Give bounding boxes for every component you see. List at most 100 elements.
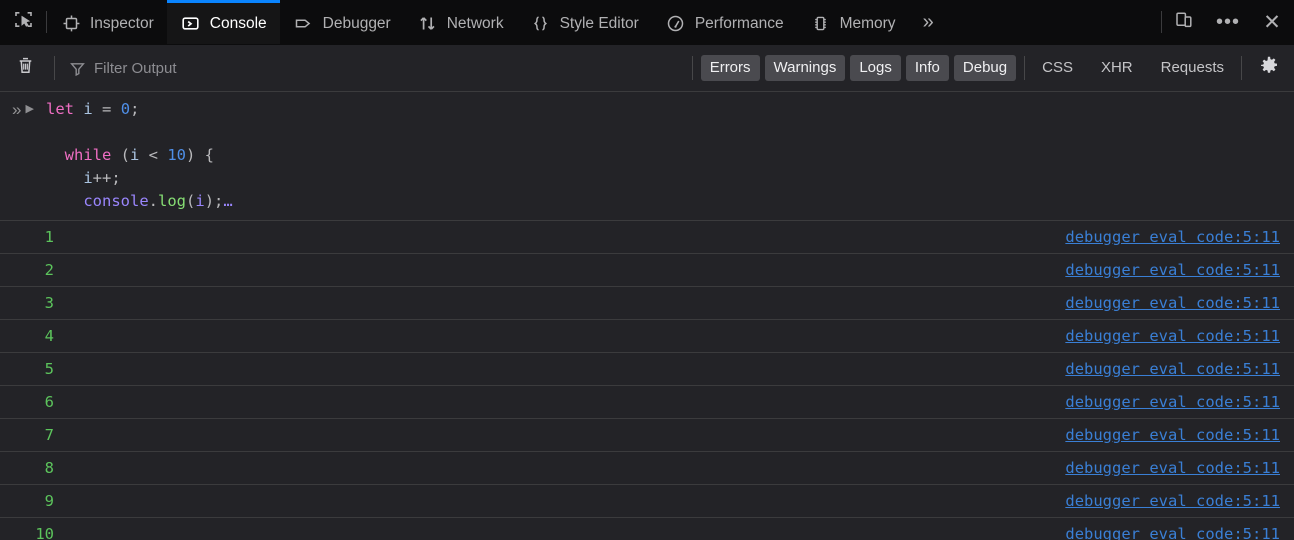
code-token: ( (120, 146, 130, 164)
tabs-overflow-button[interactable]: » (909, 0, 948, 44)
console-toolbar: Errors Warnings Logs Info Debug CSS XHR … (0, 45, 1294, 92)
tab-network-label: Network (446, 14, 504, 32)
code-token: ( (186, 192, 196, 210)
gear-icon (1258, 55, 1280, 82)
filter-input[interactable] (94, 59, 678, 77)
filter-info-button[interactable]: Info (905, 55, 949, 81)
close-devtools-button[interactable]: ✕ (1250, 0, 1294, 44)
filter-xhr-button[interactable]: XHR (1092, 55, 1142, 81)
tab-style-editor-label: Style Editor (559, 14, 639, 32)
console-message-row[interactable]: 8 debugger eval code:5:11 (0, 452, 1294, 485)
code-token: i (195, 192, 205, 210)
code-token: 0 (120, 100, 131, 118)
meatball-menu-icon: ••• (1215, 11, 1240, 33)
console-input-entry[interactable]: » ▶ let i = 0; while (i < 10) { i++; con… (0, 92, 1294, 221)
tab-network[interactable]: Network (404, 0, 517, 44)
console-message-value: 10 (35, 525, 54, 540)
severity-filter-group: Errors Warnings Logs Info Debug (700, 55, 1017, 81)
console-output-area: » ▶ let i = 0; while (i < 10) { i++; con… (0, 92, 1294, 540)
toolbar-divider-left (54, 56, 55, 80)
console-message-row[interactable]: 2 debugger eval code:5:11 (0, 254, 1294, 287)
console-message-value: 8 (44, 459, 54, 477)
tab-performance-label: Performance (694, 14, 784, 32)
code-token: while (46, 146, 121, 164)
tab-memory-label: Memory (839, 14, 896, 32)
style-editor-icon (530, 13, 552, 35)
console-source-link[interactable]: debugger eval code:5:11 (1065, 327, 1280, 345)
console-message-value: 5 (44, 360, 54, 378)
code-token: i (83, 100, 93, 118)
code-token: ++; (92, 169, 121, 187)
console-message-value: 6 (44, 393, 54, 411)
tab-memory[interactable]: Memory (797, 0, 909, 44)
toolbar-divider-right (1241, 56, 1242, 80)
inspector-icon (60, 13, 82, 35)
console-source-link[interactable]: debugger eval code:5:11 (1065, 294, 1280, 312)
console-message-value: 3 (44, 294, 54, 312)
tab-performance[interactable]: Performance (652, 0, 797, 44)
code-token: … (223, 192, 233, 210)
filter-debug-button[interactable]: Debug (953, 55, 1017, 81)
filter-css-button[interactable]: CSS (1033, 55, 1082, 81)
console-source-link[interactable]: debugger eval code:5:11 (1065, 459, 1280, 477)
tab-console-label: Console (209, 14, 267, 32)
network-icon (417, 13, 439, 35)
prompt-chevron-icon: » (12, 100, 22, 119)
code-token: let (46, 100, 74, 118)
tab-style-editor[interactable]: Style Editor (517, 0, 652, 44)
console-settings-button[interactable] (1250, 49, 1288, 87)
code-token: log (158, 192, 186, 210)
console-message-list: 1 debugger eval code:5:11 2 debugger eval c… (0, 221, 1294, 540)
console-message-value: 7 (44, 426, 54, 444)
console-source-link[interactable]: debugger eval code:5:11 (1065, 261, 1280, 279)
code-token: i (46, 169, 93, 187)
filter-requests-button[interactable]: Requests (1152, 55, 1233, 81)
console-message-value: 4 (44, 327, 54, 345)
tab-console[interactable]: Console (166, 0, 280, 44)
console-input-code[interactable]: let i = 0; while (i < 10) { i++; console… (40, 98, 233, 213)
toolbar-divider-secondary (1024, 56, 1026, 80)
console-message-value: 1 (44, 228, 54, 246)
console-source-link[interactable]: debugger eval code:5:11 (1065, 492, 1280, 510)
console-source-link[interactable]: debugger eval code:5:11 (1065, 525, 1280, 540)
filter-logs-button[interactable]: Logs (850, 55, 901, 81)
code-token: . (148, 192, 158, 210)
console-source-link[interactable]: debugger eval code:5:11 (1065, 426, 1280, 444)
console-message-value: 9 (44, 492, 54, 510)
filter-errors-button[interactable]: Errors (700, 55, 760, 81)
close-icon: ✕ (1263, 10, 1281, 34)
console-message-row[interactable]: 10 debugger eval code:5:11 (0, 518, 1294, 540)
console-message-row[interactable]: 5 debugger eval code:5:11 (0, 353, 1294, 386)
console-message-row[interactable]: 4 debugger eval code:5:11 (0, 320, 1294, 353)
console-message-row[interactable]: 6 debugger eval code:5:11 (0, 386, 1294, 419)
filter-input-wrapper[interactable] (63, 52, 684, 84)
console-prompt-gutter: » ▶ (0, 98, 40, 121)
console-source-link[interactable]: debugger eval code:5:11 (1065, 393, 1280, 411)
debugger-icon (293, 13, 315, 35)
code-token: i (130, 146, 140, 164)
expand-twisty-icon[interactable]: ▶ (24, 98, 33, 121)
console-message-row[interactable]: 1 debugger eval code:5:11 (0, 221, 1294, 254)
tabbar-left-group: Inspector Console Debugger Network Style… (0, 0, 1161, 44)
devtools-menu-button[interactable]: ••• (1206, 0, 1250, 44)
console-icon (180, 13, 202, 35)
console-message-row[interactable]: 9 debugger eval code:5:11 (0, 485, 1294, 518)
code-token: < (139, 146, 168, 164)
code-token: console (46, 192, 149, 210)
code-token: = (102, 100, 112, 118)
element-picker-button[interactable] (0, 0, 46, 44)
tab-debugger[interactable]: Debugger (280, 0, 404, 44)
tab-debugger-label: Debugger (322, 14, 391, 32)
clear-console-button[interactable] (4, 48, 46, 88)
code-token: 10 (167, 146, 187, 164)
responsive-design-mode-button[interactable] (1162, 0, 1206, 44)
console-message-row[interactable]: 3 debugger eval code:5:11 (0, 287, 1294, 320)
console-message-row[interactable]: 7 debugger eval code:5:11 (0, 419, 1294, 452)
tab-inspector[interactable]: Inspector (47, 0, 167, 44)
console-source-link[interactable]: debugger eval code:5:11 (1065, 360, 1280, 378)
code-token: ; (130, 100, 140, 118)
console-source-link[interactable]: debugger eval code:5:11 (1065, 228, 1280, 246)
filter-warnings-button[interactable]: Warnings (764, 55, 846, 81)
